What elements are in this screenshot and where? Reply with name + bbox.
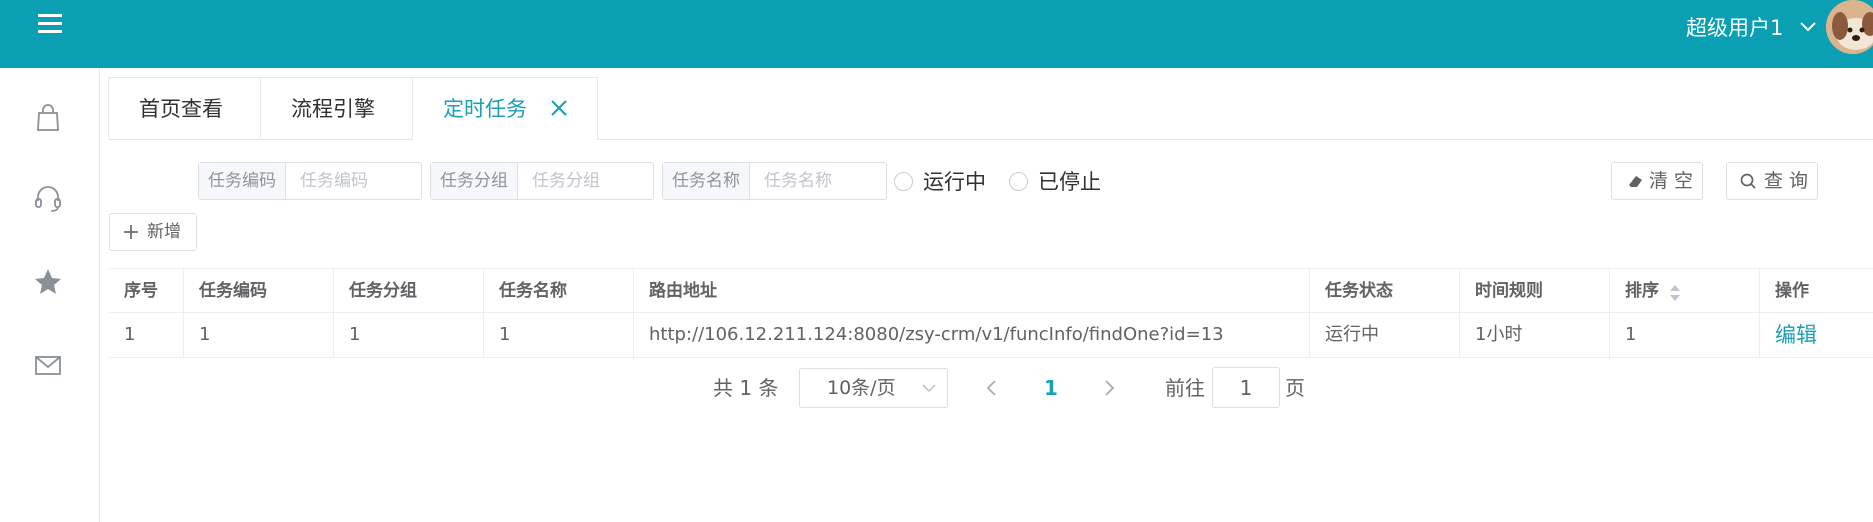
avatar[interactable]	[1826, 0, 1873, 54]
table-cell-name: 1	[484, 313, 634, 357]
page-size-select[interactable]: 10条/页	[799, 368, 948, 408]
shopping-bag-icon[interactable]	[30, 100, 66, 136]
chevron-down-icon	[922, 384, 936, 393]
table-cell-group: 1	[334, 313, 484, 357]
sort-icon[interactable]	[1669, 284, 1681, 302]
query-button[interactable]: 查 询	[1726, 162, 1818, 200]
goto-page-input[interactable]	[1212, 367, 1280, 408]
current-user-name[interactable]: 超级用户1	[1686, 14, 1783, 42]
tab-home-view[interactable]: 首页查看	[108, 77, 261, 138]
top-header: 超级用户1	[0, 0, 1873, 68]
next-page-icon[interactable]	[1102, 378, 1116, 398]
task-group-input[interactable]	[523, 164, 653, 198]
column-header: 序号	[109, 269, 184, 313]
mail-icon[interactable]	[30, 347, 66, 383]
plus-icon	[124, 225, 138, 239]
page-unit-label: 页	[1285, 376, 1305, 400]
column-header: 任务编码	[184, 269, 334, 313]
table-cell-route: http://106.12.211.124:8080/zsy-crm/v1/fu…	[634, 313, 1310, 357]
goto-label: 前往	[1165, 376, 1205, 400]
task-name-field: 任务名称	[662, 162, 887, 200]
chevron-down-icon[interactable]	[1798, 16, 1818, 36]
table-cell-order: 1	[1610, 313, 1760, 357]
task-code-field: 任务编码	[198, 162, 422, 200]
column-header: 时间规则	[1460, 269, 1610, 313]
task-table: 序号 任务编码 任务分组 任务名称 路由地址 任务状态 时间规则 排序 操作 1…	[109, 268, 1873, 358]
task-code-input[interactable]	[291, 164, 421, 198]
task-code-prefix: 任务编码	[199, 163, 286, 199]
tab-scheduled-tasks[interactable]: 定时任务	[412, 77, 598, 140]
current-page-number[interactable]: 1	[1044, 374, 1058, 402]
clear-button[interactable]: 清 空	[1611, 162, 1703, 200]
tab-process-engine[interactable]: 流程引擎	[260, 77, 413, 138]
add-button[interactable]: 新增	[109, 213, 197, 251]
edit-link[interactable]: 编辑	[1760, 313, 1873, 357]
headset-icon[interactable]	[30, 180, 66, 216]
eraser-icon	[1629, 176, 1642, 187]
dog-avatar-icon	[1826, 0, 1873, 54]
pagination-total: 共 1 条	[713, 376, 779, 400]
column-header: 操作	[1760, 269, 1873, 313]
search-icon	[1740, 173, 1756, 189]
hamburger-menu-icon[interactable]	[38, 14, 62, 34]
prev-page-icon[interactable]	[985, 378, 999, 398]
radio-circle[interactable]	[894, 172, 913, 191]
task-name-input[interactable]	[755, 164, 886, 198]
tab-bar: 首页查看 流程引擎 定时任务	[108, 77, 1873, 140]
radio-circle[interactable]	[1009, 172, 1028, 191]
table-cell-status: 运行中	[1310, 313, 1460, 357]
close-icon[interactable]	[549, 98, 569, 118]
table-cell-code: 1	[184, 313, 334, 357]
task-group-field: 任务分组	[430, 162, 654, 200]
sidebar	[0, 68, 100, 522]
column-header: 任务名称	[484, 269, 634, 313]
task-name-prefix: 任务名称	[663, 163, 750, 199]
table-cell-schedule: 1小时	[1460, 313, 1610, 357]
column-header-sortable[interactable]: 排序	[1610, 269, 1760, 313]
star-icon[interactable]	[30, 264, 66, 300]
table-cell-index: 1	[109, 313, 184, 357]
column-header: 任务状态	[1310, 269, 1460, 313]
task-group-prefix: 任务分组	[431, 163, 518, 199]
column-header: 任务分组	[334, 269, 484, 313]
column-header: 路由地址	[634, 269, 1310, 313]
